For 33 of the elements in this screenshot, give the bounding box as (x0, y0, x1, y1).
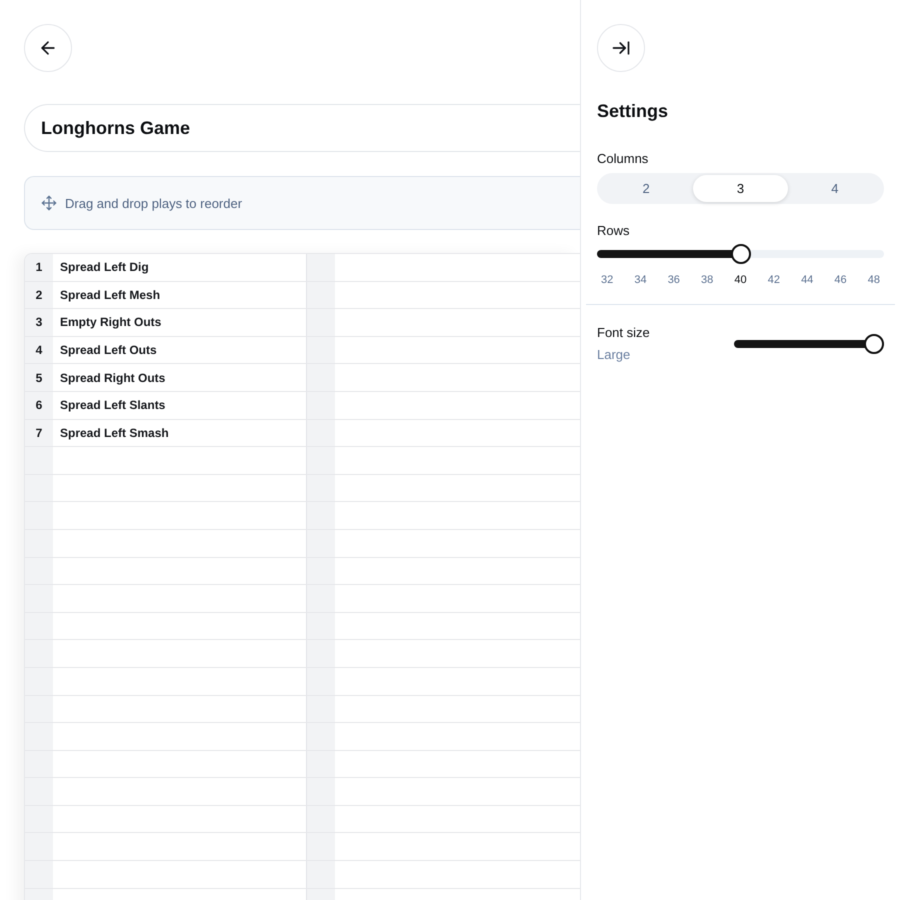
font-size-value: Large (597, 346, 632, 364)
tick-label: 40 (734, 273, 747, 287)
columns-label: Columns (597, 150, 650, 168)
tick-label: 34 (634, 273, 647, 287)
collapse-panel-button[interactable] (597, 24, 645, 72)
play-number: 2 (25, 282, 53, 308)
rows-slider[interactable] (597, 244, 884, 264)
play-number: 4 (25, 336, 53, 364)
slider-thumb[interactable] (864, 334, 884, 354)
tick-label: 32 (601, 273, 614, 287)
tick-label: 36 (668, 273, 680, 287)
segment-option[interactable]: 3 (693, 175, 788, 202)
play-number: 1 (25, 254, 53, 281)
play-number: 6 (25, 392, 53, 419)
tick-label: 42 (768, 273, 780, 287)
font-size-slider[interactable] (734, 334, 884, 354)
rows-label: Rows (597, 222, 631, 240)
back-button[interactable] (24, 24, 72, 72)
title-field[interactable]: Longhorns Game (24, 104, 580, 152)
tick-label: 48 (868, 273, 880, 287)
tick-label: 44 (801, 273, 814, 287)
hint-text: Drag and drop plays to reorder (65, 196, 242, 210)
move-icon (41, 195, 57, 211)
tick-label: 46 (834, 273, 847, 287)
segment-option[interactable]: 2 (599, 175, 694, 202)
settings-title: Settings (597, 100, 670, 123)
play-number: 7 (25, 420, 53, 446)
segment-option[interactable]: 4 (788, 175, 882, 202)
play-number: 5 (25, 364, 53, 391)
tick-label: 38 (701, 273, 714, 287)
slider-thumb[interactable] (730, 244, 750, 264)
play-number: 3 (25, 309, 53, 336)
font-size-label: Font size (597, 324, 650, 342)
